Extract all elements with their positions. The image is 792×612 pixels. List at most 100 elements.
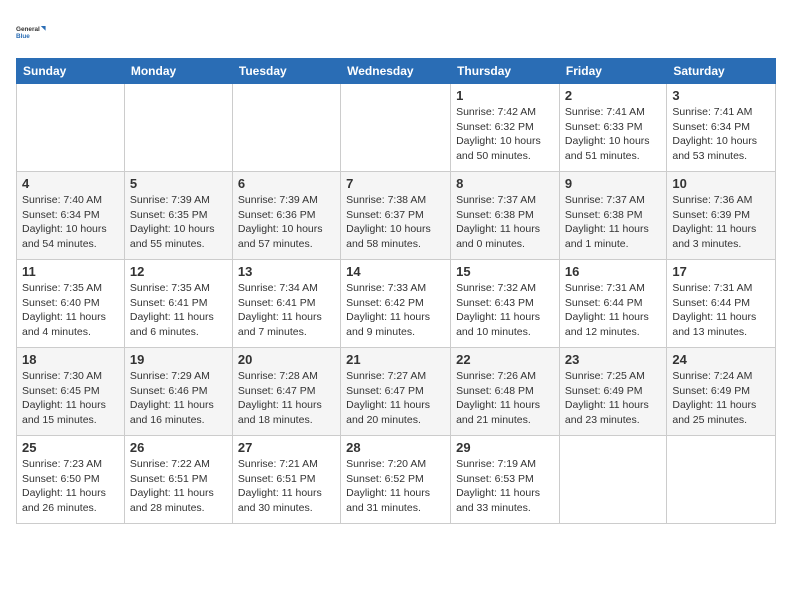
day-info: Sunrise: 7:28 AM Sunset: 6:47 PM Dayligh… xyxy=(238,369,335,428)
day-number: 11 xyxy=(22,264,119,279)
day-info: Sunrise: 7:41 AM Sunset: 6:34 PM Dayligh… xyxy=(672,105,770,164)
day-number: 12 xyxy=(130,264,227,279)
day-number: 15 xyxy=(456,264,554,279)
calendar-cell: 9 Sunrise: 7:37 AM Sunset: 6:38 PM Daylig… xyxy=(559,172,666,260)
calendar-cell: 15Sunrise: 7:32 AM Sunset: 6:43 PM Dayli… xyxy=(451,260,560,348)
page-header: GeneralBlue xyxy=(16,16,776,48)
calendar-cell: 24 Sunrise: 7:24 AM Sunset: 6:49 PM Dayli… xyxy=(667,348,776,436)
calendar-cell: 23 Sunrise: 7:25 AM Sunset: 6:49 PM Dayli… xyxy=(559,348,666,436)
weekday-header-monday: Monday xyxy=(124,59,232,84)
day-info: Sunrise: 7:31 AM Sunset: 6:44 PM Dayligh… xyxy=(672,281,770,340)
day-number: 21 xyxy=(346,352,445,367)
calendar-cell: 16Sunrise: 7:31 AM Sunset: 6:44 PM Dayli… xyxy=(559,260,666,348)
calendar-cell: 22 Sunrise: 7:26 AM Sunset: 6:48 PM Dayli… xyxy=(451,348,560,436)
day-info: Sunrise: 7:26 AM Sunset: 6:48 PM Dayligh… xyxy=(456,369,554,428)
day-number: 17 xyxy=(672,264,770,279)
calendar-cell: 5 Sunrise: 7:39 AM Sunset: 6:35 PM Daylig… xyxy=(124,172,232,260)
day-number: 20 xyxy=(238,352,335,367)
calendar-cell xyxy=(667,436,776,524)
weekday-header-wednesday: Wednesday xyxy=(341,59,451,84)
day-info: Sunrise: 7:40 AM Sunset: 6:34 PM Dayligh… xyxy=(22,193,119,252)
day-info: Sunrise: 7:19 AM Sunset: 6:53 PM Dayligh… xyxy=(456,457,554,516)
day-info: Sunrise: 7:33 AM Sunset: 6:42 PM Dayligh… xyxy=(346,281,445,340)
day-info: Sunrise: 7:27 AM Sunset: 6:47 PM Dayligh… xyxy=(346,369,445,428)
day-number: 26 xyxy=(130,440,227,455)
day-number: 25 xyxy=(22,440,119,455)
calendar-cell: 20 Sunrise: 7:28 AM Sunset: 6:47 PM Dayli… xyxy=(232,348,340,436)
day-number: 8 xyxy=(456,176,554,191)
calendar-week-row: 18Sunrise: 7:30 AM Sunset: 6:45 PM Dayli… xyxy=(17,348,776,436)
day-number: 22 xyxy=(456,352,554,367)
day-info: Sunrise: 7:29 AM Sunset: 6:46 PM Dayligh… xyxy=(130,369,227,428)
weekday-header-row: SundayMondayTuesdayWednesdayThursdayFrid… xyxy=(17,59,776,84)
calendar-cell: 25 Sunrise: 7:23 AM Sunset: 6:50 PM Dayli… xyxy=(17,436,125,524)
calendar-cell xyxy=(559,436,666,524)
day-info: Sunrise: 7:38 AM Sunset: 6:37 PM Dayligh… xyxy=(346,193,445,252)
day-info: Sunrise: 7:37 AM Sunset: 6:38 PM Dayligh… xyxy=(565,193,661,252)
calendar-week-row: 1 Sunrise: 7:42 AM Sunset: 6:32 PM Daylig… xyxy=(17,84,776,172)
day-number: 2 xyxy=(565,88,661,103)
calendar-cell: 27 Sunrise: 7:21 AM Sunset: 6:51 PM Dayli… xyxy=(232,436,340,524)
day-number: 24 xyxy=(672,352,770,367)
day-number: 7 xyxy=(346,176,445,191)
weekday-header-sunday: Sunday xyxy=(17,59,125,84)
day-number: 3 xyxy=(672,88,770,103)
calendar-week-row: 25 Sunrise: 7:23 AM Sunset: 6:50 PM Dayli… xyxy=(17,436,776,524)
day-info: Sunrise: 7:21 AM Sunset: 6:51 PM Dayligh… xyxy=(238,457,335,516)
day-info: Sunrise: 7:35 AM Sunset: 6:40 PM Dayligh… xyxy=(22,281,119,340)
calendar-cell xyxy=(232,84,340,172)
day-number: 13 xyxy=(238,264,335,279)
svg-text:General: General xyxy=(16,26,40,33)
day-number: 23 xyxy=(565,352,661,367)
calendar-table: SundayMondayTuesdayWednesdayThursdayFrid… xyxy=(16,58,776,524)
day-number: 14 xyxy=(346,264,445,279)
calendar-cell xyxy=(17,84,125,172)
day-info: Sunrise: 7:39 AM Sunset: 6:36 PM Dayligh… xyxy=(238,193,335,252)
weekday-header-friday: Friday xyxy=(559,59,666,84)
day-number: 29 xyxy=(456,440,554,455)
calendar-cell: 14 Sunrise: 7:33 AM Sunset: 6:42 PM Dayli… xyxy=(341,260,451,348)
calendar-cell xyxy=(341,84,451,172)
calendar-cell: 12Sunrise: 7:35 AM Sunset: 6:41 PM Dayli… xyxy=(124,260,232,348)
day-info: Sunrise: 7:39 AM Sunset: 6:35 PM Dayligh… xyxy=(130,193,227,252)
day-info: Sunrise: 7:25 AM Sunset: 6:49 PM Dayligh… xyxy=(565,369,661,428)
calendar-cell: 28 Sunrise: 7:20 AM Sunset: 6:52 PM Dayli… xyxy=(341,436,451,524)
day-number: 10 xyxy=(672,176,770,191)
calendar-cell: 19 Sunrise: 7:29 AM Sunset: 6:46 PM Dayli… xyxy=(124,348,232,436)
calendar-cell: 10 Sunrise: 7:36 AM Sunset: 6:39 PM Dayli… xyxy=(667,172,776,260)
calendar-cell: 1 Sunrise: 7:42 AM Sunset: 6:32 PM Daylig… xyxy=(451,84,560,172)
day-info: Sunrise: 7:36 AM Sunset: 6:39 PM Dayligh… xyxy=(672,193,770,252)
day-number: 28 xyxy=(346,440,445,455)
svg-text:Blue: Blue xyxy=(16,33,30,40)
logo-icon: GeneralBlue xyxy=(16,16,48,48)
day-info: Sunrise: 7:42 AM Sunset: 6:32 PM Dayligh… xyxy=(456,105,554,164)
calendar-cell: 3 Sunrise: 7:41 AM Sunset: 6:34 PM Daylig… xyxy=(667,84,776,172)
day-info: Sunrise: 7:31 AM Sunset: 6:44 PM Dayligh… xyxy=(565,281,661,340)
calendar-week-row: 4 Sunrise: 7:40 AM Sunset: 6:34 PM Daylig… xyxy=(17,172,776,260)
day-info: Sunrise: 7:34 AM Sunset: 6:41 PM Dayligh… xyxy=(238,281,335,340)
day-info: Sunrise: 7:30 AM Sunset: 6:45 PM Dayligh… xyxy=(22,369,119,428)
day-number: 9 xyxy=(565,176,661,191)
calendar-cell: 4 Sunrise: 7:40 AM Sunset: 6:34 PM Daylig… xyxy=(17,172,125,260)
calendar-cell: 11 Sunrise: 7:35 AM Sunset: 6:40 PM Dayli… xyxy=(17,260,125,348)
weekday-header-saturday: Saturday xyxy=(667,59,776,84)
day-number: 27 xyxy=(238,440,335,455)
day-number: 19 xyxy=(130,352,227,367)
calendar-cell: 7 Sunrise: 7:38 AM Sunset: 6:37 PM Daylig… xyxy=(341,172,451,260)
day-info: Sunrise: 7:37 AM Sunset: 6:38 PM Dayligh… xyxy=(456,193,554,252)
day-info: Sunrise: 7:20 AM Sunset: 6:52 PM Dayligh… xyxy=(346,457,445,516)
calendar-cell: 29 Sunrise: 7:19 AM Sunset: 6:53 PM Dayli… xyxy=(451,436,560,524)
calendar-cell: 18Sunrise: 7:30 AM Sunset: 6:45 PM Dayli… xyxy=(17,348,125,436)
day-info: Sunrise: 7:22 AM Sunset: 6:51 PM Dayligh… xyxy=(130,457,227,516)
weekday-header-thursday: Thursday xyxy=(451,59,560,84)
day-number: 1 xyxy=(456,88,554,103)
calendar-cell: 13 Sunrise: 7:34 AM Sunset: 6:41 PM Dayli… xyxy=(232,260,340,348)
day-number: 5 xyxy=(130,176,227,191)
day-info: Sunrise: 7:23 AM Sunset: 6:50 PM Dayligh… xyxy=(22,457,119,516)
day-info: Sunrise: 7:24 AM Sunset: 6:49 PM Dayligh… xyxy=(672,369,770,428)
calendar-cell: 21 Sunrise: 7:27 AM Sunset: 6:47 PM Dayli… xyxy=(341,348,451,436)
day-number: 4 xyxy=(22,176,119,191)
calendar-cell xyxy=(124,84,232,172)
calendar-week-row: 11 Sunrise: 7:35 AM Sunset: 6:40 PM Dayli… xyxy=(17,260,776,348)
day-number: 6 xyxy=(238,176,335,191)
